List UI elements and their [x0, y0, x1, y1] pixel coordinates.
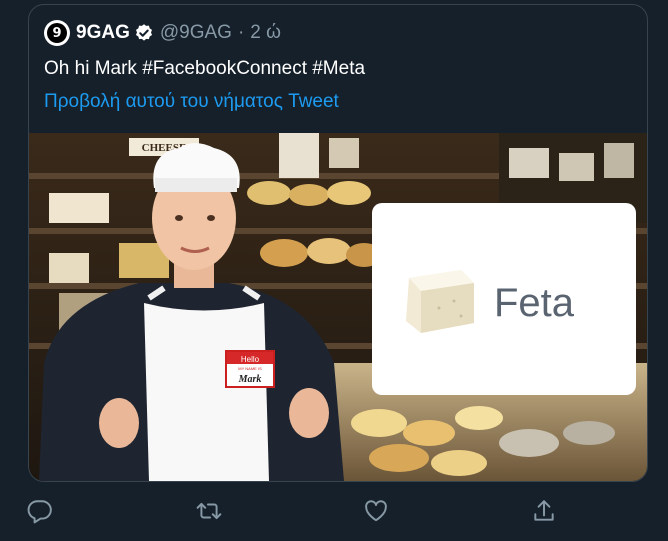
separator-dot: ·: [237, 22, 245, 43]
name-tag-name: Mark: [238, 374, 262, 385]
tweet-media[interactable]: CHEESE Hello MY NAME IS Mark Feta: [29, 133, 647, 481]
name-tag-subtitle: MY NAME IS: [238, 366, 262, 371]
name-tag-hello: Hello: [241, 355, 260, 364]
media-image: CHEESE Hello MY NAME IS Mark Feta: [29, 133, 647, 481]
avatar[interactable]: 9: [44, 20, 70, 46]
retweet-icon: [196, 502, 222, 520]
tweet-card[interactable]: 9 9GAG @9GAG · 2 ώ Oh hi Mark #FacebookC…: [28, 4, 648, 482]
timestamp[interactable]: 2 ώ: [250, 22, 281, 44]
reply-icon: [27, 500, 52, 524]
show-thread-link[interactable]: Προβολή αυτού του νήματος Tweet: [44, 91, 339, 113]
share-button[interactable]: [531, 498, 557, 524]
tweet-header: 9 9GAG @9GAG · 2 ώ: [44, 19, 281, 47]
like-button[interactable]: [363, 498, 389, 524]
verified-badge-icon: [135, 24, 152, 41]
share-icon: [534, 500, 554, 521]
author-handle[interactable]: @9GAG: [160, 22, 232, 44]
tweet-text: Oh hi Mark #FacebookConnect #Meta: [44, 58, 366, 79]
author-name[interactable]: 9GAG: [76, 22, 130, 44]
tweet-actions: [0, 492, 668, 532]
avatar-glyph: 9: [47, 23, 67, 43]
retweet-button[interactable]: [196, 498, 222, 524]
heart-icon: [365, 500, 387, 522]
reply-button[interactable]: [27, 498, 53, 524]
feta-label: Feta: [494, 281, 575, 325]
